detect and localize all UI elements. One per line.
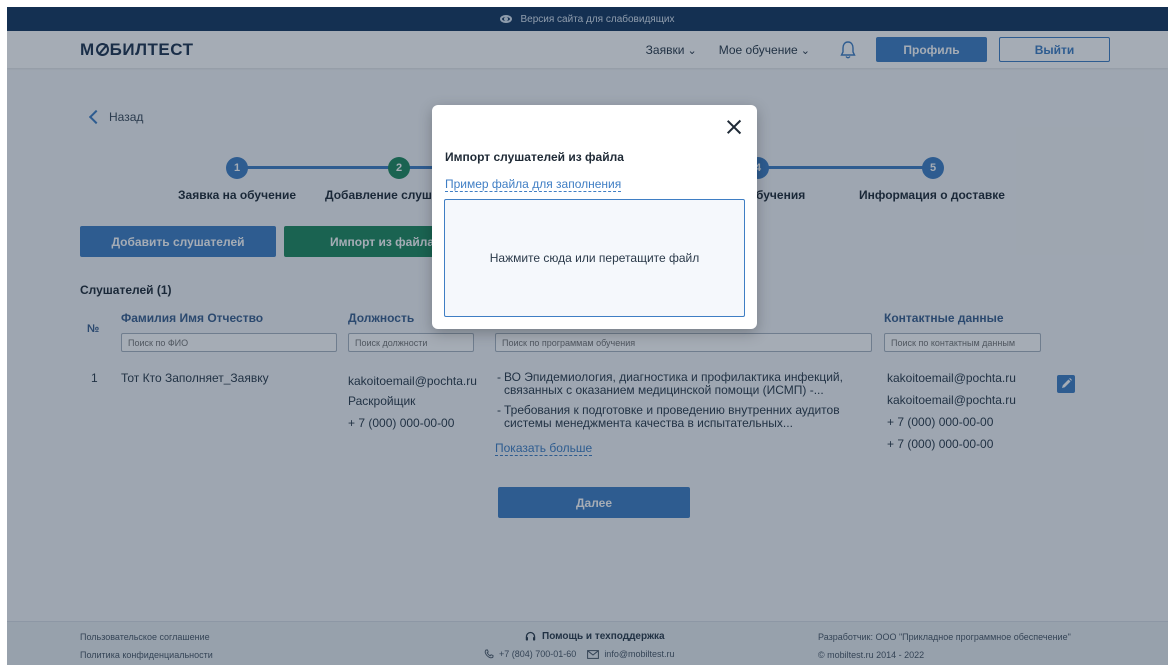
import-modal: Импорт слушателей из файла Пример файла …	[432, 105, 757, 329]
file-dropzone[interactable]: Нажмите сюда или перетащите файл	[444, 199, 745, 317]
app-frame: Версия сайта для слабовидящих М БИЛТЕСТ З…	[7, 7, 1168, 665]
example-file-link[interactable]: Пример файла для заполнения	[445, 177, 622, 192]
dropzone-label: Нажмите сюда или перетащите файл	[489, 251, 700, 265]
close-icon[interactable]	[727, 120, 741, 134]
modal-title: Импорт слушателей из файла	[445, 150, 624, 164]
